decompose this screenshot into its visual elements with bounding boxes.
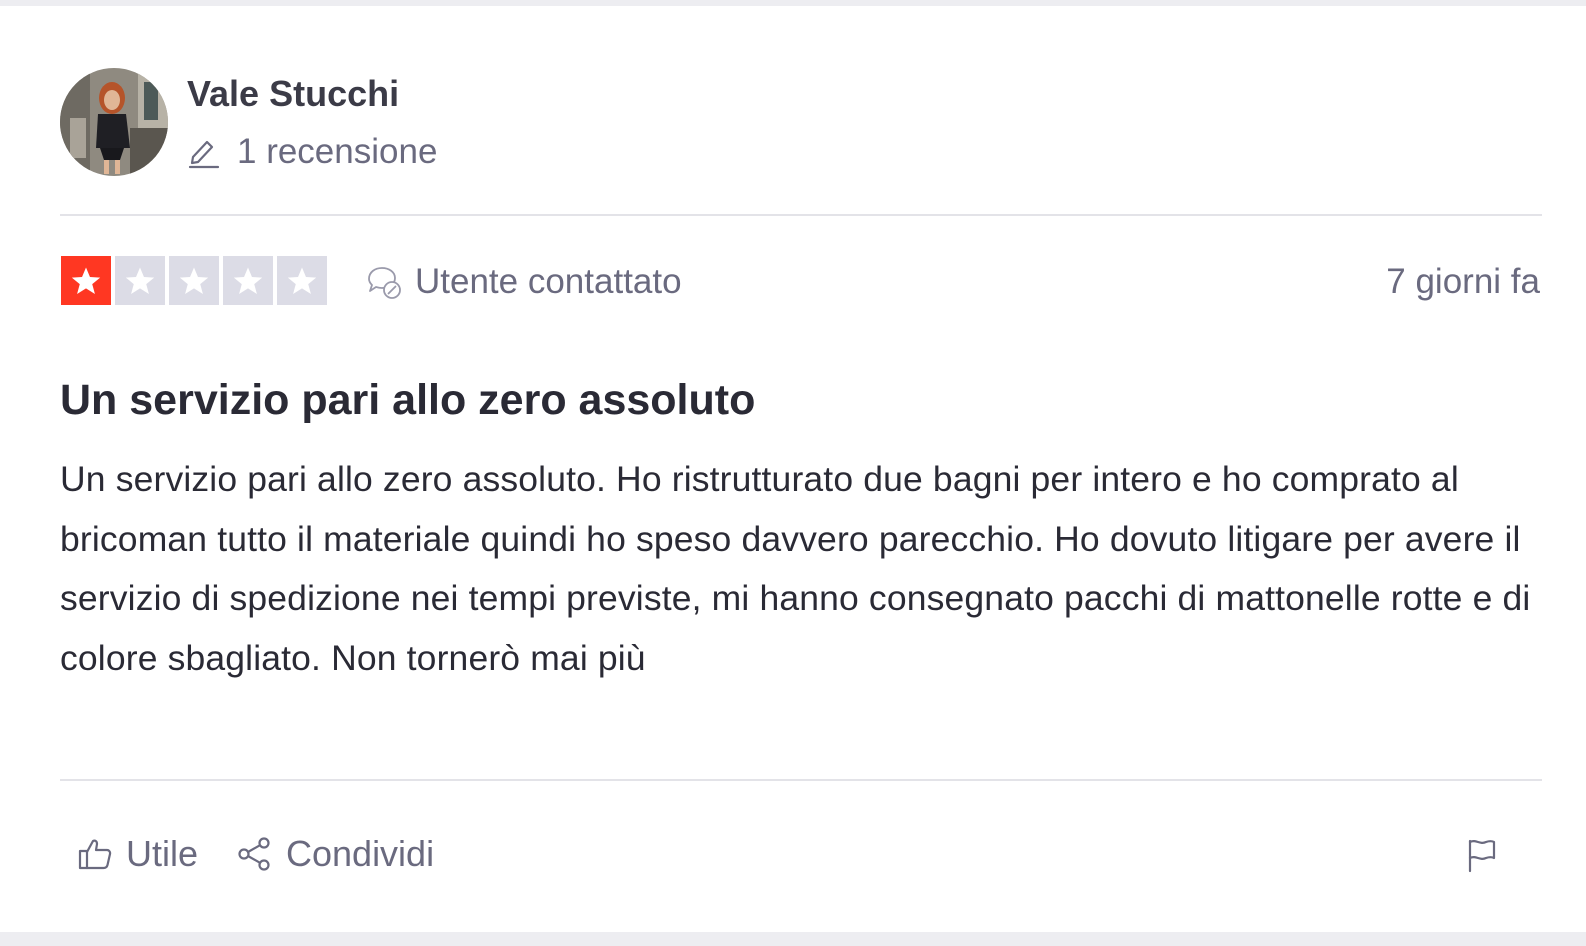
flag-icon: [1468, 839, 1496, 873]
avatar[interactable]: [60, 68, 168, 176]
star-rating: [61, 256, 327, 305]
review-card: Vale Stucchi 1 recensione Utente contatt…: [0, 6, 1586, 932]
divider: [60, 779, 1542, 781]
useful-label: Utile: [126, 833, 199, 874]
report-button[interactable]: [1462, 836, 1500, 874]
star-icon: [125, 267, 155, 294]
review-title[interactable]: Un servizio pari allo zero assoluto: [60, 374, 755, 426]
user-contacted-label: Utente contattato: [415, 262, 682, 301]
pencil-icon: [187, 135, 221, 169]
star-icon: [233, 267, 263, 294]
share-label: Condividi: [286, 833, 435, 874]
star-icon: [71, 267, 101, 294]
thumbs-up-icon: [76, 835, 114, 873]
share-button[interactable]: Condividi: [236, 828, 434, 880]
star-2: [115, 256, 165, 305]
share-icon: [236, 835, 274, 873]
star-4: [223, 256, 273, 305]
user-contacted-status: Utente contattato: [365, 260, 682, 304]
review-date: 7 giorni fa: [1386, 262, 1540, 301]
divider: [60, 214, 1542, 216]
avatar-photo: [60, 68, 168, 176]
star-1: [61, 256, 111, 305]
review-body: Un servizio pari allo zero assoluto. Ho …: [60, 459, 1531, 678]
chat-bubbles-icon: [365, 263, 403, 301]
star-icon: [179, 267, 209, 294]
review-count: 1 recensione: [187, 130, 437, 174]
review-count-label: 1 recensione: [237, 132, 438, 171]
star-icon: [287, 267, 317, 294]
useful-button[interactable]: Utile: [76, 828, 198, 880]
star-3: [169, 256, 219, 305]
reviewer-name[interactable]: Vale Stucchi: [187, 72, 399, 116]
star-5: [277, 256, 327, 305]
